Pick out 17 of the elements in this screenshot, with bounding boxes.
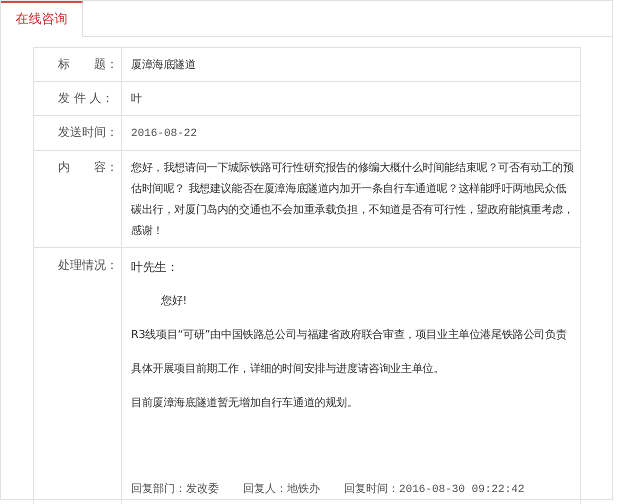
reply-meta: 回复人：地铁办 [243,481,320,497]
field-label: 发送时间： [58,125,118,139]
field-label: 处理情况： [58,258,118,272]
field-label: 发 件 人： [58,91,114,105]
field-label: 内 容： [58,160,118,174]
reply-greeting: 叶先生： [131,259,180,276]
field-value: 叶 [131,92,142,105]
reply-meta: 回复时间：2016-08-30 09:22:42 [344,481,524,498]
field-value: 2016-08-22 [131,128,198,140]
reply-paragraph: 目前厦漳海底隧道暂无增加自行车通道的规划。 [131,395,359,411]
field-label: 标 题： [58,57,118,71]
tab[interactable]: 在线咨询 [1,1,83,37]
reply-salutation: 您好! [160,293,188,309]
reply-meta: 回复部门：发改委 [131,481,219,497]
field-value: 厦漳海底隧道 [131,58,196,71]
field-value: 您好，我想请问一下城际铁路可行性研究报告的修编大概什么时间能结束呢？可否有动工的预估时间呢？ 我想建议能否在厦漳海底隧道内加开一条自行车通道呢？这样能呼吁两地民众低碳出行，对厦门岛内的交通也不会加重承载负担，不知道是否有可行性，望政府能慎重考虑，感谢！ [131,161,574,237]
reply-paragraph: R3线项目“可研”由中国铁路总公司与福建省政府联合审查，项目业主单位港尾铁路公司负责具体开展项目前期工作，详细的时间安排与进度请咨询业主单位。 [131,327,568,377]
